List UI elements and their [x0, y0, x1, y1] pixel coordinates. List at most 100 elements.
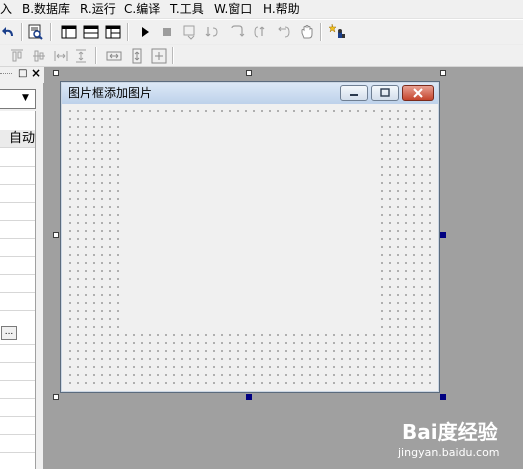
property-row-divider: [0, 310, 35, 311]
designer-grid-area[interactable]: [64, 105, 436, 390]
toolbar-separator: [172, 47, 174, 64]
run-button[interactable]: [136, 23, 154, 41]
step-into-icon: [205, 27, 218, 37]
align-middle-button[interactable]: [30, 47, 48, 65]
property-row-divider: [0, 434, 35, 435]
property-row-divider: [0, 380, 35, 381]
property-value-autosize[interactable]: 自动: [0, 130, 35, 147]
step-out-button[interactable]: [252, 23, 270, 41]
same-width-button[interactable]: [52, 47, 70, 65]
menu-help[interactable]: H.帮助: [263, 2, 300, 16]
property-ellipsis-button[interactable]: ...: [1, 326, 17, 340]
property-row-divider: [0, 398, 35, 399]
debug-step-button[interactable]: [181, 23, 199, 41]
property-row-divider: [0, 147, 35, 148]
layout-split-button[interactable]: [104, 23, 122, 41]
align-middle-icon: [33, 50, 45, 62]
center-horizontal-icon: [106, 51, 122, 61]
property-row-divider: [0, 416, 35, 417]
object-selector-combo[interactable]: ▼: [0, 89, 36, 109]
layout-left-icon: [61, 25, 77, 39]
property-row-divider: [0, 362, 35, 363]
same-height-button[interactable]: [72, 47, 90, 65]
picture-box-area[interactable]: [122, 118, 376, 332]
align-top-icon: [11, 49, 23, 62]
step-over-button[interactable]: [228, 23, 246, 41]
stop-icon: [163, 28, 171, 36]
hand-button[interactable]: [298, 23, 316, 41]
baidu-jingyan-watermark: Bai度经验 jingyan.baidu.com: [398, 420, 518, 466]
menu-compile[interactable]: C.编译: [124, 2, 160, 16]
toolbar-separator: [127, 23, 129, 41]
property-row-divider: [0, 344, 35, 345]
toolbar-separator: [320, 23, 322, 41]
designed-form-titlebar[interactable]: 图片框添加图片: [62, 83, 438, 104]
resize-handle-top-right[interactable]: [440, 70, 446, 76]
layout-split-icon: [105, 25, 121, 39]
maximize-icon: [380, 88, 390, 97]
find-button[interactable]: [27, 23, 45, 41]
layout-left-button[interactable]: [60, 23, 78, 41]
maximize-button[interactable]: [371, 85, 399, 101]
wizard-icon: [329, 23, 345, 38]
resize-handle-left[interactable]: [53, 232, 59, 238]
menu-window[interactable]: W.窗口: [214, 2, 252, 16]
standard-toolbar: [0, 20, 523, 45]
chevron-down-icon[interactable]: ▼: [22, 93, 29, 103]
menu-run[interactable]: R.运行: [80, 2, 116, 16]
debug-step-icon: [183, 25, 195, 40]
undo-icon: [2, 27, 13, 36]
undo-button[interactable]: [0, 23, 18, 41]
property-grid: 自动 ...: [0, 111, 36, 469]
center-vertical-button[interactable]: [128, 47, 146, 65]
menu-insert[interactable]: 入: [0, 2, 12, 16]
layout-top-icon: [83, 25, 99, 39]
same-width-icon: [54, 51, 68, 61]
toolbar-separator: [95, 47, 97, 64]
menu-bar: 入 B.数据库 R.运行 C.编译 T.工具 W.窗口 H.帮助: [0, 0, 523, 19]
step-over-icon: [231, 25, 245, 37]
property-row-divider: [0, 202, 35, 203]
wizard-button[interactable]: [329, 23, 347, 41]
stop-button[interactable]: [158, 23, 176, 41]
resize-handle-top-left[interactable]: [53, 70, 59, 76]
resize-handle-right[interactable]: [440, 232, 446, 238]
property-row-divider: [0, 292, 35, 293]
find-icon: [28, 24, 43, 40]
run-to-cursor-icon: [278, 26, 290, 38]
panel-close-button[interactable]: ×: [31, 67, 41, 80]
run-to-cursor-button[interactable]: [276, 23, 294, 41]
toolbar-separator: [21, 23, 23, 41]
center-both-button[interactable]: [150, 47, 168, 65]
close-button[interactable]: [402, 85, 434, 101]
panel-grip: [0, 73, 12, 74]
designed-form-window[interactable]: 图片框添加图片: [60, 81, 440, 393]
align-top-button[interactable]: [8, 47, 26, 65]
resize-handle-bottom-left[interactable]: [53, 394, 59, 400]
step-into-button[interactable]: [203, 23, 221, 41]
layout-top-button[interactable]: [82, 23, 100, 41]
close-icon: [413, 88, 423, 98]
center-horizontal-button[interactable]: [105, 47, 123, 65]
step-out-icon: [254, 26, 265, 38]
designed-form-title: 图片框添加图片: [68, 86, 153, 100]
resize-handle-bottom-right[interactable]: [440, 394, 446, 400]
menu-tools[interactable]: T.工具: [170, 2, 204, 16]
property-row-divider: [0, 220, 35, 221]
property-row-divider: [0, 184, 35, 185]
property-row-divider: [0, 274, 35, 275]
watermark-url: jingyan.baidu.com: [398, 446, 500, 459]
menu-database[interactable]: B.数据库: [22, 2, 70, 16]
run-icon: [142, 27, 149, 37]
watermark-brand: Bai度经验: [402, 420, 498, 444]
resize-handle-top[interactable]: [246, 70, 252, 76]
panel-maximize-button[interactable]: □: [18, 68, 27, 80]
alignment-toolbar: [0, 45, 523, 67]
property-row-divider: [0, 166, 35, 167]
properties-panel: □ × ▼ 自动 ...: [0, 67, 44, 469]
resize-handle-bottom[interactable]: [246, 394, 252, 400]
panel-header: □ ×: [0, 67, 44, 83]
minimize-button[interactable]: [340, 85, 368, 101]
center-vertical-icon: [132, 48, 142, 64]
minimize-icon: [350, 94, 358, 96]
